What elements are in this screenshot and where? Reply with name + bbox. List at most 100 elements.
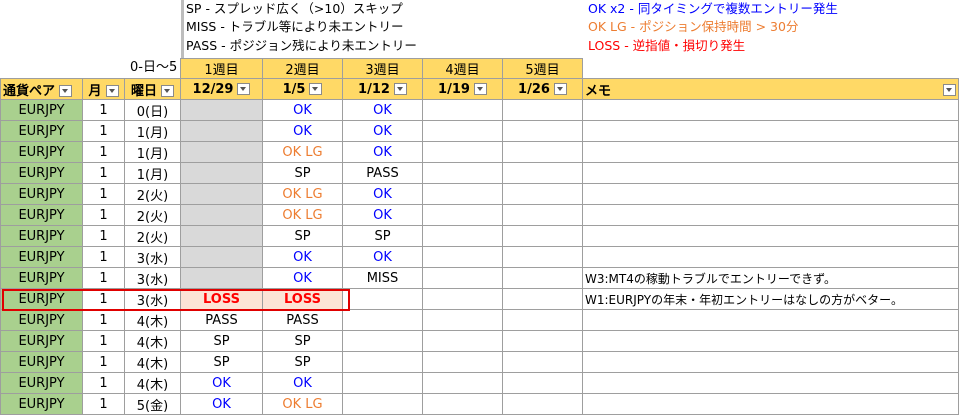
cell-month[interactable]: 1 — [82, 288, 125, 310]
cell-memo[interactable] — [582, 372, 959, 394]
cell-week-5[interactable] — [502, 288, 583, 310]
cell-week-3[interactable]: MISS — [342, 267, 423, 289]
cell-day[interactable]: 2(火) — [124, 183, 181, 205]
cell-month[interactable]: 1 — [82, 393, 125, 415]
header-date-1[interactable]: 12/29 — [180, 78, 263, 100]
cell-week-3[interactable] — [342, 288, 423, 310]
cell-week-4[interactable] — [422, 351, 503, 373]
cell-week-1[interactable] — [180, 183, 263, 205]
cell-day[interactable]: 3(水) — [124, 288, 181, 310]
cell-week-1[interactable] — [180, 141, 263, 163]
cell-week-4[interactable] — [422, 288, 503, 310]
filter-dropdown-icon[interactable] — [553, 83, 567, 95]
cell-month[interactable]: 1 — [82, 267, 125, 289]
cell-week-3[interactable] — [342, 372, 423, 394]
cell-week-4[interactable] — [422, 162, 503, 184]
cell-week-3[interactable] — [342, 309, 423, 331]
cell-pair[interactable]: EURJPY — [0, 162, 83, 184]
cell-memo[interactable] — [582, 393, 959, 415]
cell-week-3[interactable] — [342, 330, 423, 352]
cell-week-1[interactable] — [180, 120, 263, 142]
cell-month[interactable]: 1 — [82, 372, 125, 394]
cell-week-5[interactable] — [502, 120, 583, 142]
cell-week-2[interactable]: OK LG — [262, 141, 343, 163]
header-memo[interactable]: メモ — [582, 78, 959, 100]
cell-week-2[interactable]: SP — [262, 330, 343, 352]
cell-week-3[interactable] — [342, 393, 423, 415]
filter-dropdown-icon[interactable] — [161, 85, 174, 97]
cell-month[interactable]: 1 — [82, 99, 125, 121]
filter-dropdown-icon[interactable] — [59, 85, 73, 97]
cell-memo[interactable] — [582, 204, 959, 226]
cell-week-2[interactable]: SP — [262, 162, 343, 184]
cell-pair[interactable]: EURJPY — [0, 99, 83, 121]
cell-week-2[interactable]: OK LG — [262, 204, 343, 226]
cell-pair[interactable]: EURJPY — [0, 351, 83, 373]
cell-week-2[interactable]: OK LG — [262, 393, 343, 415]
header-date-2[interactable]: 1/5 — [262, 78, 343, 100]
cell-pair[interactable]: EURJPY — [0, 225, 83, 247]
cell-week-1[interactable] — [180, 246, 263, 268]
cell-week-5[interactable] — [502, 351, 583, 373]
cell-month[interactable]: 1 — [82, 246, 125, 268]
cell-day[interactable]: 4(木) — [124, 372, 181, 394]
header-date-5[interactable]: 1/26 — [502, 78, 583, 100]
cell-pair[interactable]: EURJPY — [0, 183, 83, 205]
cell-week-5[interactable] — [502, 393, 583, 415]
cell-memo[interactable] — [582, 141, 959, 163]
cell-month[interactable]: 1 — [82, 309, 125, 331]
cell-pair[interactable]: EURJPY — [0, 120, 83, 142]
cell-week-4[interactable] — [422, 120, 503, 142]
cell-month[interactable]: 1 — [82, 330, 125, 352]
cell-week-3[interactable]: OK — [342, 99, 423, 121]
cell-memo[interactable] — [582, 162, 959, 184]
cell-month[interactable]: 1 — [82, 162, 125, 184]
cell-week-3[interactable]: PASS — [342, 162, 423, 184]
cell-week-3[interactable]: OK — [342, 120, 423, 142]
cell-week-4[interactable] — [422, 309, 503, 331]
cell-week-5[interactable] — [502, 141, 583, 163]
cell-week-3[interactable]: OK — [342, 183, 423, 205]
cell-memo[interactable] — [582, 183, 959, 205]
cell-week-4[interactable] — [422, 393, 503, 415]
cell-week-5[interactable] — [502, 309, 583, 331]
header-date-4[interactable]: 1/19 — [422, 78, 503, 100]
cell-week-1[interactable]: OK — [180, 393, 263, 415]
cell-month[interactable]: 1 — [82, 225, 125, 247]
cell-week-4[interactable] — [422, 267, 503, 289]
cell-week-1[interactable]: LOSS — [180, 288, 263, 310]
cell-pair[interactable]: EURJPY — [0, 393, 83, 415]
cell-week-3[interactable]: OK — [342, 141, 423, 163]
cell-month[interactable]: 1 — [82, 351, 125, 373]
cell-week-4[interactable] — [422, 330, 503, 352]
cell-month[interactable]: 1 — [82, 120, 125, 142]
cell-week-4[interactable] — [422, 372, 503, 394]
cell-memo[interactable]: W3:MT4の稼動トラブルでエントリーできず。 — [582, 267, 959, 289]
cell-week-3[interactable]: OK — [342, 246, 423, 268]
cell-memo[interactable] — [582, 351, 959, 373]
cell-week-1[interactable] — [180, 225, 263, 247]
cell-pair[interactable]: EURJPY — [0, 246, 83, 268]
cell-pair[interactable]: EURJPY — [0, 267, 83, 289]
cell-week-4[interactable] — [422, 99, 503, 121]
header-month[interactable]: 月 — [82, 78, 125, 100]
filter-dropdown-icon[interactable] — [393, 83, 407, 95]
cell-day[interactable]: 4(木) — [124, 309, 181, 331]
cell-memo[interactable] — [582, 120, 959, 142]
cell-week-1[interactable]: PASS — [180, 309, 263, 331]
cell-pair[interactable]: EURJPY — [0, 204, 83, 226]
cell-week-4[interactable] — [422, 246, 503, 268]
cell-pair[interactable]: EURJPY — [0, 141, 83, 163]
filter-dropdown-icon[interactable] — [237, 83, 251, 95]
filter-dropdown-icon[interactable] — [473, 83, 487, 95]
cell-week-4[interactable] — [422, 225, 503, 247]
cell-week-3[interactable]: OK — [342, 204, 423, 226]
cell-memo[interactable] — [582, 225, 959, 247]
cell-week-1[interactable]: OK — [180, 372, 263, 394]
cell-day[interactable]: 1(月) — [124, 162, 181, 184]
cell-week-3[interactable] — [342, 351, 423, 373]
cell-week-2[interactable]: SP — [262, 351, 343, 373]
cell-week-1[interactable] — [180, 204, 263, 226]
cell-pair[interactable]: EURJPY — [0, 330, 83, 352]
filter-dropdown-icon[interactable] — [309, 83, 323, 95]
